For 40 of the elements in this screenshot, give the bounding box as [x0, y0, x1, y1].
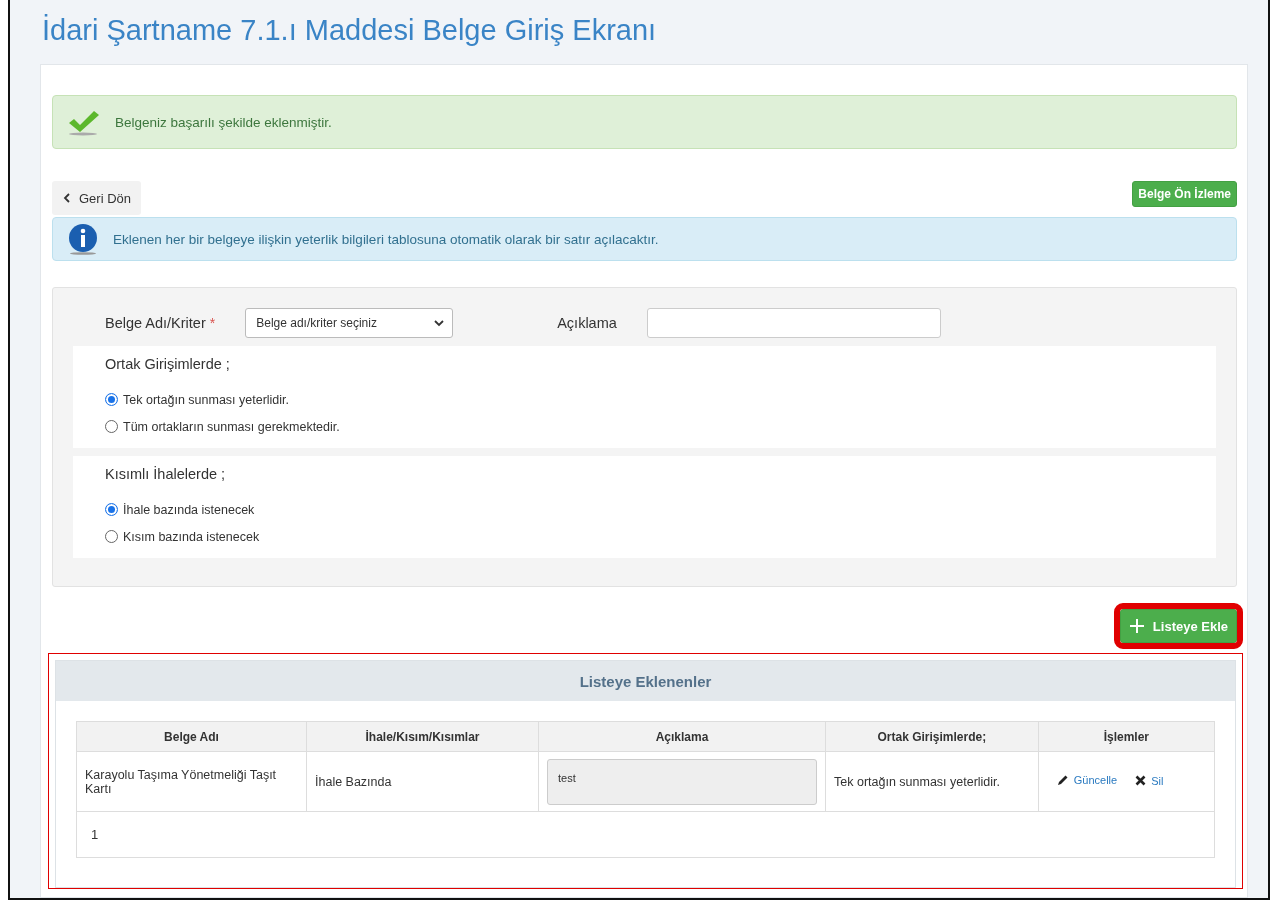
- alert-text: Eklenen her bir belgeye ilişkin yeterlik bilgileri tablosuna otomatik olarak bir satır açılacaktır.: [113, 231, 659, 247]
- table-cell: Karayolu Taşıma Yönetmeliği Taşıt Kartı: [76, 751, 307, 812]
- group-title: Ortak Girişimlerde ;: [105, 356, 231, 372]
- checkmark-icon: [67, 108, 101, 136]
- pencil-icon: [1056, 774, 1069, 786]
- plus-icon: [1128, 618, 1145, 634]
- column-header: Belge Adı: [76, 721, 307, 752]
- group-title: Kısımlı İhalelerde ;: [105, 466, 227, 482]
- radio-label: Tek ortağın sunması yeterlidir.: [123, 392, 290, 407]
- table-cell: İhale Bazında: [306, 751, 539, 812]
- radio-button[interactable]: [105, 530, 118, 543]
- table-cell: Tek ortağın sunması yeterlidir.: [825, 751, 1039, 812]
- criteria-select[interactable]: Belge adı/kriter seçiniz: [245, 308, 454, 338]
- back-button[interactable]: Geri Dön: [52, 181, 142, 215]
- panel-title: Listeye Eklenenler: [56, 661, 1235, 701]
- page-title: İdari Şartname 7.1.ı Maddesi Belge Giriş Ekranı: [42, 16, 658, 44]
- preview-button[interactable]: Belge Ön İzleme: [1132, 181, 1237, 207]
- field-label: Açıklama: [557, 315, 617, 331]
- column-header: İhale/Kısım/Kısımlar: [306, 721, 539, 752]
- radio-button[interactable]: [105, 393, 118, 406]
- column-header: İşlemler: [1038, 721, 1215, 752]
- close-icon: [1135, 775, 1147, 786]
- description-field: test: [547, 758, 817, 805]
- radio-label: İhale bazında istenecek: [123, 502, 255, 517]
- radio-button[interactable]: [105, 420, 118, 433]
- column-header: Ortak Girişimlerde;: [825, 721, 1039, 752]
- radio-label: Tüm ortakların sunması gerekmektedir.: [123, 419, 340, 434]
- info-icon: [67, 223, 99, 255]
- chevron-down-icon: [434, 318, 445, 328]
- page-number[interactable]: 1: [91, 827, 99, 842]
- required-mark: *: [209, 315, 216, 331]
- column-header: Açıklama: [538, 721, 826, 752]
- alert-text: Belgeniz başarılı şekilde eklenmiştir.: [115, 114, 332, 130]
- delete-link[interactable]: Sil: [1135, 774, 1164, 787]
- chevron-left-icon: [62, 193, 72, 203]
- radio-button[interactable]: [105, 503, 118, 516]
- update-link[interactable]: Güncelle: [1056, 774, 1118, 786]
- field-label: Belge Adı/Kriter: [105, 315, 206, 331]
- description-input[interactable]: [646, 308, 941, 338]
- radio-label: Kısım bazında istenecek: [123, 529, 260, 544]
